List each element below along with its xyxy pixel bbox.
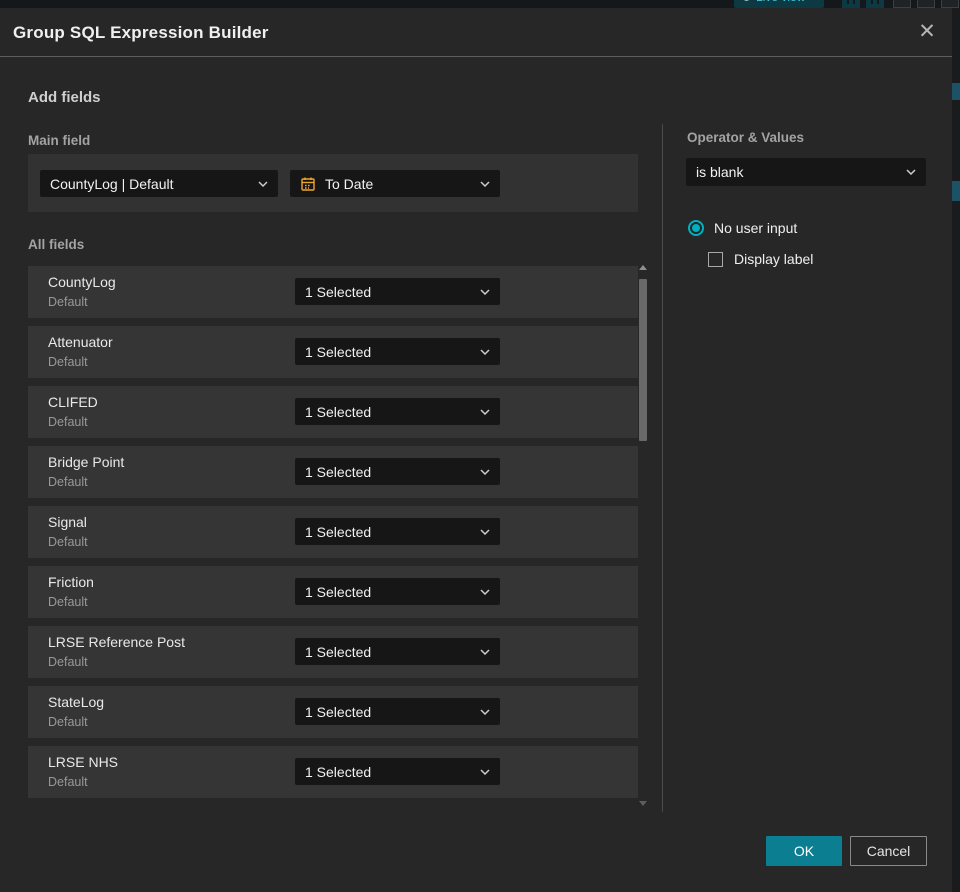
selected-count: 1 Selected — [305, 643, 372, 660]
main-field-container: CountyLog | Default To Date — [28, 154, 638, 212]
toolbar-icon-button[interactable] — [842, 0, 860, 8]
field-name: Signal — [48, 514, 87, 530]
chevron-down-icon — [258, 180, 268, 187]
field-name: LRSE Reference Post — [48, 634, 185, 650]
checkbox-label: Display label — [734, 251, 814, 267]
chevron-down-icon — [480, 768, 490, 775]
calendar-icon — [300, 176, 316, 192]
panel-divider — [662, 124, 663, 812]
selected-count: 1 Selected — [305, 583, 372, 600]
operator-select-value: is blank — [696, 164, 744, 180]
field-selected-dropdown[interactable]: 1 Selected — [295, 638, 500, 665]
display-label-checkbox[interactable]: Display label — [708, 251, 813, 267]
selected-count: 1 Selected — [305, 703, 372, 720]
toolbar-icon-button[interactable] — [941, 0, 959, 8]
field-row-countylog: CountyLog Default 1 Selected — [28, 266, 638, 318]
live-view-label: Live view — [756, 0, 805, 4]
selected-count: 1 Selected — [305, 343, 372, 360]
live-dot-icon — [743, 0, 750, 1]
checkbox-unchecked-icon[interactable] — [708, 251, 723, 267]
selected-count: 1 Selected — [305, 763, 372, 780]
field-subtitle: Default — [48, 415, 88, 429]
add-fields-heading: Add fields — [28, 89, 101, 106]
toolbar-icon-button[interactable] — [866, 0, 884, 8]
scrollbar-thumb[interactable] — [639, 279, 647, 441]
toolbar-icon-button[interactable] — [893, 0, 911, 8]
field-subtitle: Default — [48, 475, 88, 489]
field-name: Bridge Point — [48, 454, 125, 470]
field-name: Attenuator — [48, 334, 113, 350]
cancel-button[interactable]: Cancel — [850, 836, 927, 866]
no-user-input-radio[interactable]: No user input — [688, 220, 797, 236]
field-row-lrse-nhs: LRSE NHS Default 1 Selected — [28, 746, 638, 798]
selected-count: 1 Selected — [305, 403, 372, 420]
dialog-header: Group SQL Expression Builder ✕ — [0, 8, 952, 57]
field-selected-dropdown[interactable]: 1 Selected — [295, 698, 500, 725]
field-row-clifed: CLIFED Default 1 Selected — [28, 386, 638, 438]
background-side-strip — [952, 8, 960, 892]
field-selected-dropdown[interactable]: 1 Selected — [295, 338, 500, 365]
chevron-down-icon — [480, 588, 490, 595]
chevron-down-icon — [906, 169, 916, 175]
field-name: Friction — [48, 574, 94, 590]
chevron-down-icon — [480, 348, 490, 355]
field-subtitle: Default — [48, 535, 88, 549]
all-fields-label: All fields — [28, 237, 85, 252]
field-subtitle: Default — [48, 355, 88, 369]
chevron-down-icon — [480, 180, 490, 187]
field-selected-dropdown[interactable]: 1 Selected — [295, 398, 500, 425]
all-fields-list: CountyLog Default 1 Selected Attenuator … — [28, 266, 638, 806]
field-subtitle: Default — [48, 715, 88, 729]
chevron-down-icon — [480, 708, 490, 715]
radio-label: No user input — [714, 220, 798, 236]
field-name: StateLog — [48, 694, 105, 710]
field-row-friction: Friction Default 1 Selected — [28, 566, 638, 618]
field-name: CountyLog — [48, 274, 116, 290]
side-strip-segment — [952, 181, 960, 201]
field-selected-dropdown[interactable]: 1 Selected — [295, 278, 500, 305]
selected-count: 1 Selected — [305, 463, 372, 480]
field-subtitle: Default — [48, 655, 88, 669]
field-selected-dropdown[interactable]: 1 Selected — [295, 458, 500, 485]
field-row-bridge-point: Bridge Point Default 1 Selected — [28, 446, 638, 498]
list-scrollbar[interactable] — [637, 263, 649, 808]
chevron-down-icon — [480, 648, 490, 655]
field-row-attenuator: Attenuator Default 1 Selected — [28, 326, 638, 378]
field-subtitle: Default — [48, 295, 88, 309]
operator-values-heading: Operator & Values — [687, 130, 805, 145]
selected-count: 1 Selected — [305, 523, 372, 540]
chevron-down-icon — [480, 468, 490, 475]
main-field-label: Main field — [28, 133, 91, 148]
background-toolbar: Live view — [0, 0, 960, 8]
field-subtitle: Default — [48, 595, 88, 609]
operator-select[interactable]: is blank — [686, 158, 926, 186]
chevron-down-icon — [480, 288, 490, 295]
close-icon[interactable]: ✕ — [916, 21, 938, 43]
selected-count: 1 Selected — [305, 283, 372, 300]
side-strip-segment — [952, 83, 960, 100]
ok-button[interactable]: OK — [766, 836, 842, 866]
field-selected-dropdown[interactable]: 1 Selected — [295, 758, 500, 785]
field-row-lrse-reference-post: LRSE Reference Post Default 1 Selected — [28, 626, 638, 678]
main-field-type-value: To Date — [325, 175, 374, 192]
field-name: LRSE NHS — [48, 754, 119, 770]
chevron-down-icon — [480, 408, 490, 415]
toolbar-icon-button[interactable] — [917, 0, 935, 8]
radio-selected-icon[interactable] — [688, 220, 704, 236]
main-field-select-value: CountyLog | Default — [50, 175, 174, 192]
field-selected-dropdown[interactable]: 1 Selected — [295, 578, 500, 605]
main-field-select[interactable]: CountyLog | Default — [40, 170, 278, 197]
field-subtitle: Default — [48, 775, 88, 789]
field-row-signal: Signal Default 1 Selected — [28, 506, 638, 558]
dialog-title: Group SQL Expression Builder — [13, 23, 269, 42]
chevron-down-icon — [480, 528, 490, 535]
group-sql-expression-builder-dialog: Group SQL Expression Builder ✕ Add field… — [0, 8, 952, 892]
field-row-statelog: StateLog Default 1 Selected — [28, 686, 638, 738]
field-selected-dropdown[interactable]: 1 Selected — [295, 518, 500, 545]
live-view-button[interactable]: Live view — [734, 0, 824, 8]
scrollbar-down-arrow-icon[interactable] — [639, 801, 647, 806]
main-field-type-select[interactable]: To Date — [290, 170, 500, 197]
field-name: CLIFED — [48, 394, 98, 410]
scrollbar-up-arrow-icon[interactable] — [639, 265, 647, 270]
